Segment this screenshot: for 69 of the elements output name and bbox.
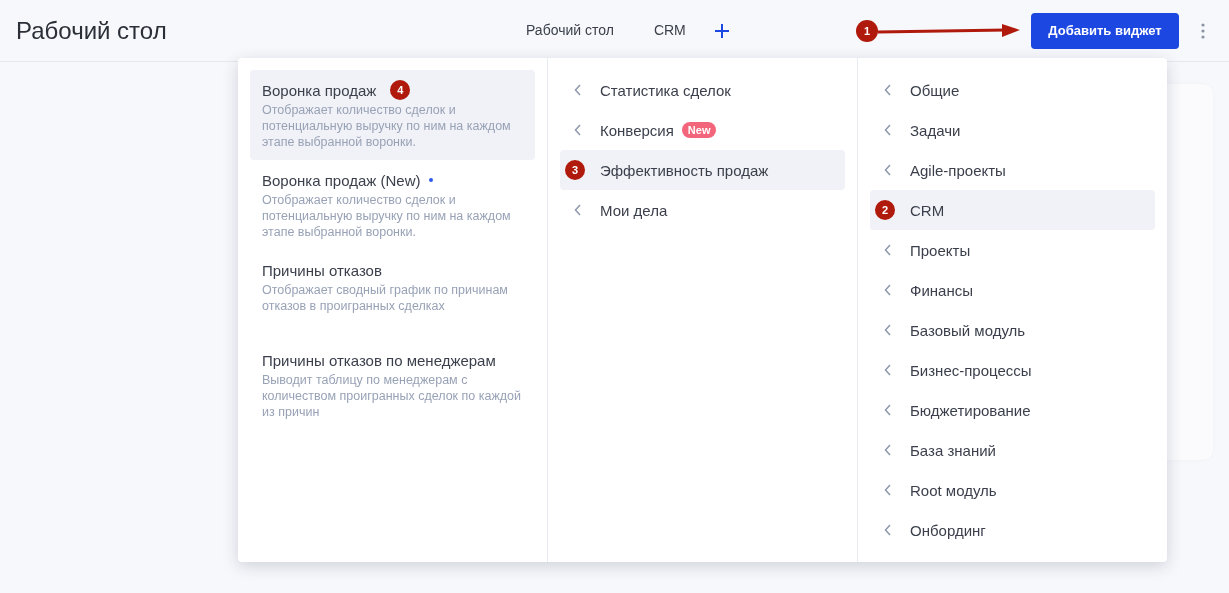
module-item[interactable]: База знаний bbox=[870, 430, 1155, 470]
widget-option[interactable]: Воронка продаж 4 Отображает количество сделок и потенциальную выручку по ним на каждом этапе выбранной воронки. bbox=[250, 70, 535, 160]
widget-description: Выводит таблицу по менеджерам с количеством проигранных сделок по каждой из причин bbox=[262, 372, 523, 420]
tab[interactable]: CRM bbox=[633, 13, 706, 48]
menu-label: Бизнес-процессы bbox=[910, 361, 1032, 379]
tab[interactable]: Рабочий стол bbox=[506, 13, 634, 48]
widget-title: Воронка продаж bbox=[262, 81, 377, 99]
chevron-left-icon bbox=[884, 244, 892, 256]
menu-label: Общие bbox=[910, 81, 960, 99]
menu-label: Статистика сделок bbox=[600, 81, 731, 99]
module-item[interactable]: Финансы bbox=[870, 270, 1155, 310]
menu-label: Финансы bbox=[910, 281, 973, 299]
menu-label: Эффективность продаж bbox=[600, 161, 769, 179]
menu-label: Онбординг bbox=[910, 521, 986, 539]
group-item[interactable]: 3 Эффективность продаж bbox=[560, 150, 845, 190]
chevron-left-icon bbox=[574, 84, 582, 96]
callout-badge: 4 bbox=[390, 80, 411, 100]
group-item[interactable]: Статистика сделок bbox=[560, 70, 845, 110]
chevron-left-icon bbox=[884, 84, 892, 96]
widget-option[interactable]: Причины отказов Отображает сводный график по причинам отказов в проигранных сделках bbox=[250, 250, 535, 340]
chevron-left-icon bbox=[884, 444, 892, 456]
widget-title: Воронка продаж (New) bbox=[262, 171, 421, 189]
chevron-left-icon bbox=[574, 204, 582, 216]
chevron-left-icon bbox=[574, 124, 582, 136]
menu-label: Базовый модуль bbox=[910, 321, 1026, 339]
chevron-left-icon bbox=[884, 124, 892, 136]
callout-badge: 2 bbox=[875, 200, 895, 220]
module-item[interactable]: Базовый модуль bbox=[870, 310, 1155, 350]
group-item[interactable]: Конверсия New bbox=[560, 110, 845, 150]
chevron-left-icon bbox=[884, 324, 892, 336]
module-item[interactable]: Проекты bbox=[870, 230, 1155, 270]
add-widget-button[interactable]: Добавить виджет bbox=[1031, 12, 1179, 49]
page-title: Рабочий стол bbox=[16, 16, 168, 45]
chevron-left-icon bbox=[884, 524, 892, 536]
more-icon[interactable] bbox=[1201, 22, 1205, 39]
module-item[interactable]: Общие bbox=[870, 70, 1155, 110]
menu-label: Мои дела bbox=[600, 201, 668, 219]
module-item[interactable]: Root модуль bbox=[870, 470, 1155, 510]
module-item[interactable]: 2 CRM bbox=[870, 190, 1155, 230]
callout-badge: 1 bbox=[856, 20, 878, 42]
menu-label: CRM bbox=[910, 201, 945, 219]
widget-description: Отображает количество сделок и потенциальную выручку по ним на каждом этапе выбранной воронки. bbox=[262, 102, 512, 150]
add-tab-icon[interactable] bbox=[713, 22, 730, 39]
module-item[interactable]: Бюджетирование bbox=[870, 390, 1155, 430]
menu-label: Root модуль bbox=[910, 481, 997, 499]
widget-title: Причины отказов bbox=[262, 261, 382, 279]
chevron-left-icon bbox=[884, 164, 892, 176]
menu-label: Проекты bbox=[910, 241, 971, 259]
menu-label: База знаний bbox=[910, 441, 996, 459]
group-item[interactable]: Мои дела bbox=[560, 190, 845, 230]
module-item[interactable]: Бизнес-процессы bbox=[870, 350, 1155, 390]
chevron-left-icon bbox=[884, 284, 892, 296]
menu-label: Agile-проекты bbox=[910, 161, 1006, 179]
widget-option[interactable]: Воронка продаж (New) Отображает количество сделок и потенциальную выручку по ним на каждом этапе выбранной воронки. bbox=[250, 160, 535, 250]
new-tag: New bbox=[681, 122, 717, 138]
chevron-left-icon bbox=[884, 484, 892, 496]
menu-label: Конверсия bbox=[600, 121, 674, 139]
widget-description: Отображает количество сделок и потенциальную выручку по ним на каждом этапе выбранной воронки. bbox=[262, 192, 512, 240]
menu-label: Задачи bbox=[910, 121, 961, 139]
module-item[interactable]: Agile-проекты bbox=[870, 150, 1155, 190]
module-item[interactable]: Задачи bbox=[870, 110, 1155, 150]
widget-description: Отображает сводный график по причинам отказов в проигранных сделках bbox=[262, 282, 509, 314]
menu-label: Бюджетирование bbox=[910, 401, 1031, 419]
widget-title: Причины отказов по менеджерам bbox=[262, 351, 496, 369]
chevron-left-icon bbox=[884, 404, 892, 416]
chevron-left-icon bbox=[884, 364, 892, 376]
callout-badge: 3 bbox=[565, 160, 585, 180]
module-item[interactable]: Онбординг bbox=[870, 510, 1155, 550]
widget-option[interactable]: Причины отказов по менеджерам Выводит таблицу по менеджерам с количеством проигранных сделок по каждой из причин bbox=[250, 340, 535, 430]
